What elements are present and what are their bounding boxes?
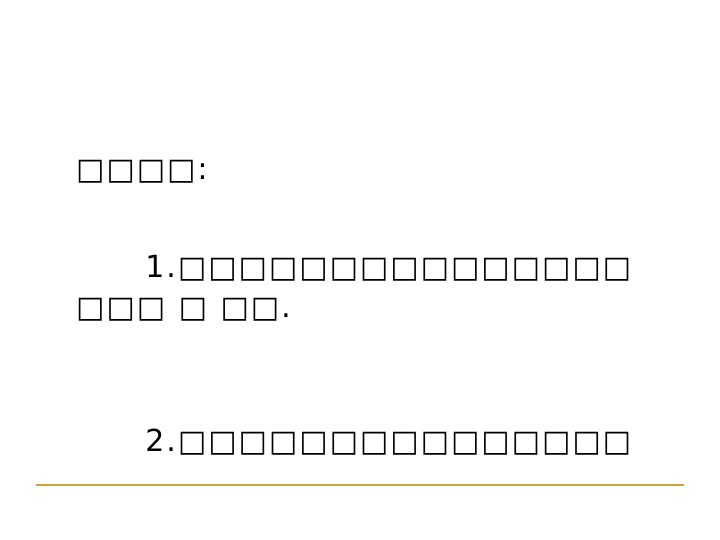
- list-item: 1.□□□□□□□□□□□□□□□□□□ □ □□.: [76, 208, 636, 368]
- slide-content: □□□□: 1.□□□□□□□□□□□□□□□□□□ □ □□. 2.□□□□□…: [76, 150, 636, 516]
- slide-heading: □□□□:: [76, 152, 210, 187]
- footer-divider: [36, 484, 684, 486]
- list-item-number: 2.: [145, 424, 178, 459]
- list-item-text: □□□□□□□□□□□□□□□: [177, 424, 634, 459]
- slide: □□□□: 1.□□□□□□□□□□□□□□□□□□ □ □□. 2.□□□□□…: [0, 0, 720, 540]
- list-item-number: 1.: [145, 250, 178, 285]
